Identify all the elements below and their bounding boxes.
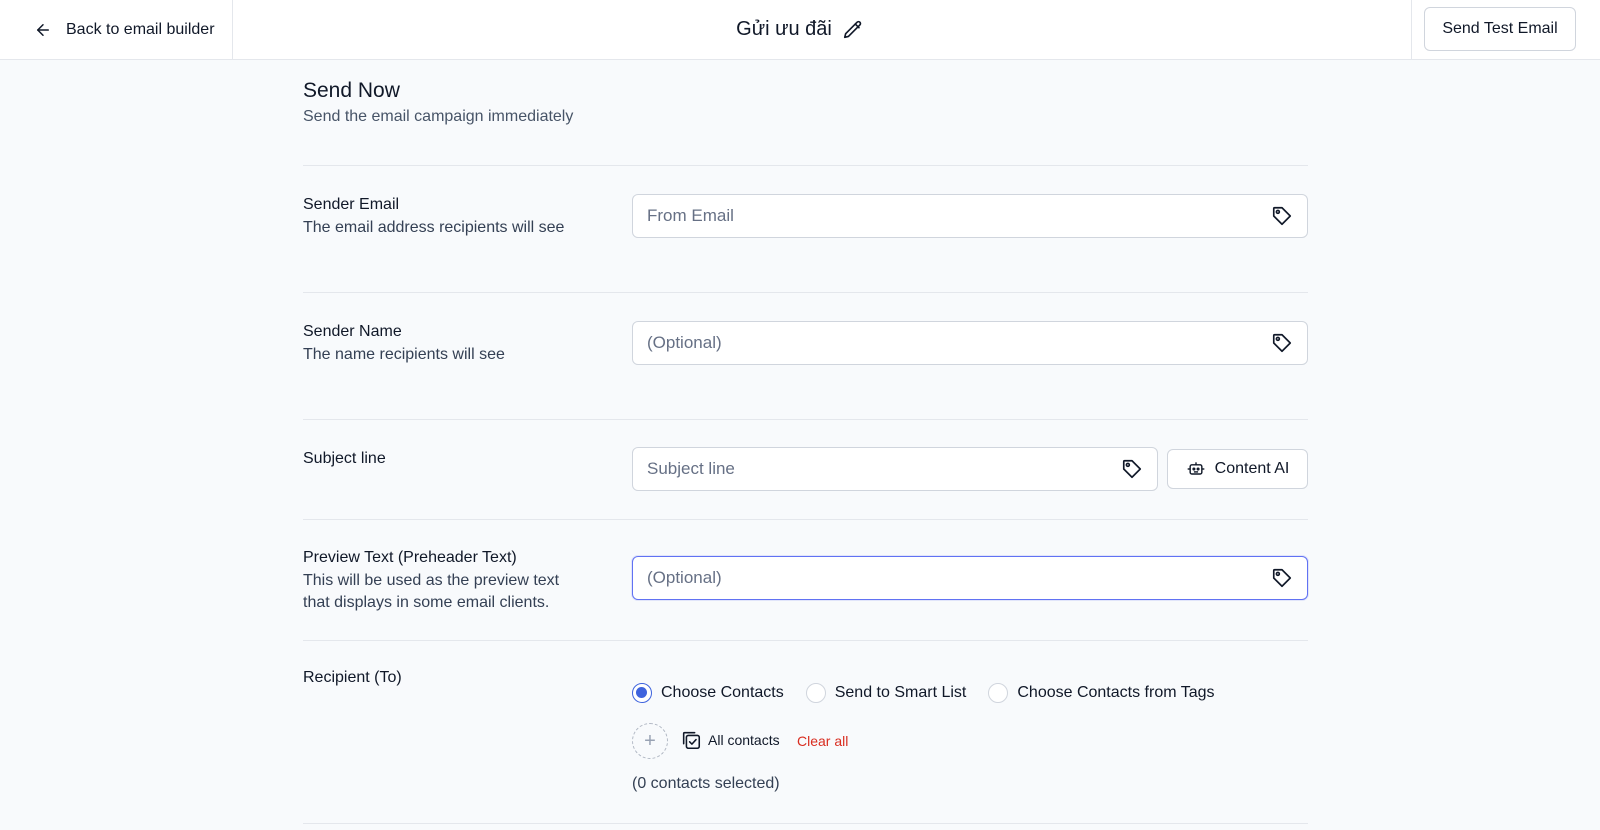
preview-text-placeholder: (Optional) xyxy=(647,568,722,587)
checkbox-stack-icon xyxy=(682,731,701,750)
divider xyxy=(303,823,1308,824)
divider xyxy=(303,292,1308,293)
pencil-icon[interactable] xyxy=(842,19,864,41)
preview-text-input[interactable]: (Optional) xyxy=(632,556,1308,600)
subject-line-label: Subject line xyxy=(303,450,386,467)
radio-label: Choose Contacts xyxy=(661,684,784,701)
sender-name-description: The name recipients will see xyxy=(303,346,505,363)
section-title: Send Now xyxy=(303,79,400,102)
preview-text-description-line1: This will be used as the preview text xyxy=(303,572,560,589)
add-contacts-button[interactable]: + xyxy=(632,723,668,759)
radio-label: Choose Contacts from Tags xyxy=(1017,684,1215,701)
tag-icon[interactable] xyxy=(1121,458,1143,480)
top-bar: Back to email builder Gửi ưu đãi Send Te… xyxy=(0,0,1600,60)
tag-icon[interactable] xyxy=(1271,332,1293,354)
back-to-email-builder-button[interactable]: Back to email builder xyxy=(0,0,233,59)
send-test-email-button[interactable]: Send Test Email xyxy=(1424,7,1576,51)
divider xyxy=(303,419,1308,420)
selected-contacts-count: (0 contacts selected) xyxy=(632,775,780,792)
radio-label: Send to Smart List xyxy=(834,684,967,701)
recipient-mode-radio-group: Choose Contacts Send to Smart List Choos… xyxy=(632,683,1237,703)
header-divider xyxy=(1411,0,1412,59)
sender-name-label: Sender Name xyxy=(303,323,402,340)
radio-button-selected[interactable] xyxy=(632,683,652,703)
sender-email-description: The email address recipients will see xyxy=(303,219,565,236)
content-ai-button[interactable]: Content AI xyxy=(1167,449,1308,489)
robot-icon xyxy=(1187,462,1204,475)
clear-all-link[interactable]: Clear all xyxy=(797,733,848,749)
preview-text-description-line2: that displays in some email clients. xyxy=(303,594,550,611)
sender-name-placeholder: (Optional) xyxy=(647,333,722,352)
title-area: Gửi ưu đãi xyxy=(0,0,1600,59)
recipient-label: Recipient (To) xyxy=(303,669,402,686)
all-contacts-chip[interactable]: All contacts xyxy=(680,729,780,751)
subject-line-input[interactable]: Subject line xyxy=(632,447,1158,491)
sender-email-label: Sender Email xyxy=(303,196,400,213)
from-email-input[interactable]: From Email xyxy=(632,194,1308,238)
arrow-left-icon xyxy=(37,23,49,36)
radio-send-to-smart-list[interactable]: Send to Smart List xyxy=(805,683,967,703)
subject-line-placeholder: Subject line xyxy=(647,459,735,478)
divider xyxy=(303,640,1308,641)
divider xyxy=(303,519,1308,520)
sender-name-input[interactable]: (Optional) xyxy=(632,321,1308,365)
plus-icon: + xyxy=(644,729,656,752)
radio-choose-contacts-from-tags[interactable]: Choose Contacts from Tags xyxy=(988,683,1215,703)
content-ai-label: Content AI xyxy=(1214,460,1290,477)
radio-button[interactable] xyxy=(805,683,826,703)
all-contacts-label: All contacts xyxy=(708,732,780,748)
radio-button[interactable] xyxy=(988,683,1009,703)
from-email-placeholder: From Email xyxy=(647,206,734,225)
preview-text-label: Preview Text (Preheader Text) xyxy=(303,549,517,566)
tag-icon[interactable] xyxy=(1271,567,1293,589)
radio-choose-contacts[interactable]: Choose Contacts xyxy=(632,683,784,703)
back-label: Back to email builder xyxy=(66,20,215,38)
divider xyxy=(303,165,1308,166)
tag-icon[interactable] xyxy=(1271,205,1293,227)
campaign-title: Gửi ưu đãi xyxy=(736,18,832,40)
section-subtitle: Send the email campaign immediately xyxy=(303,108,574,125)
